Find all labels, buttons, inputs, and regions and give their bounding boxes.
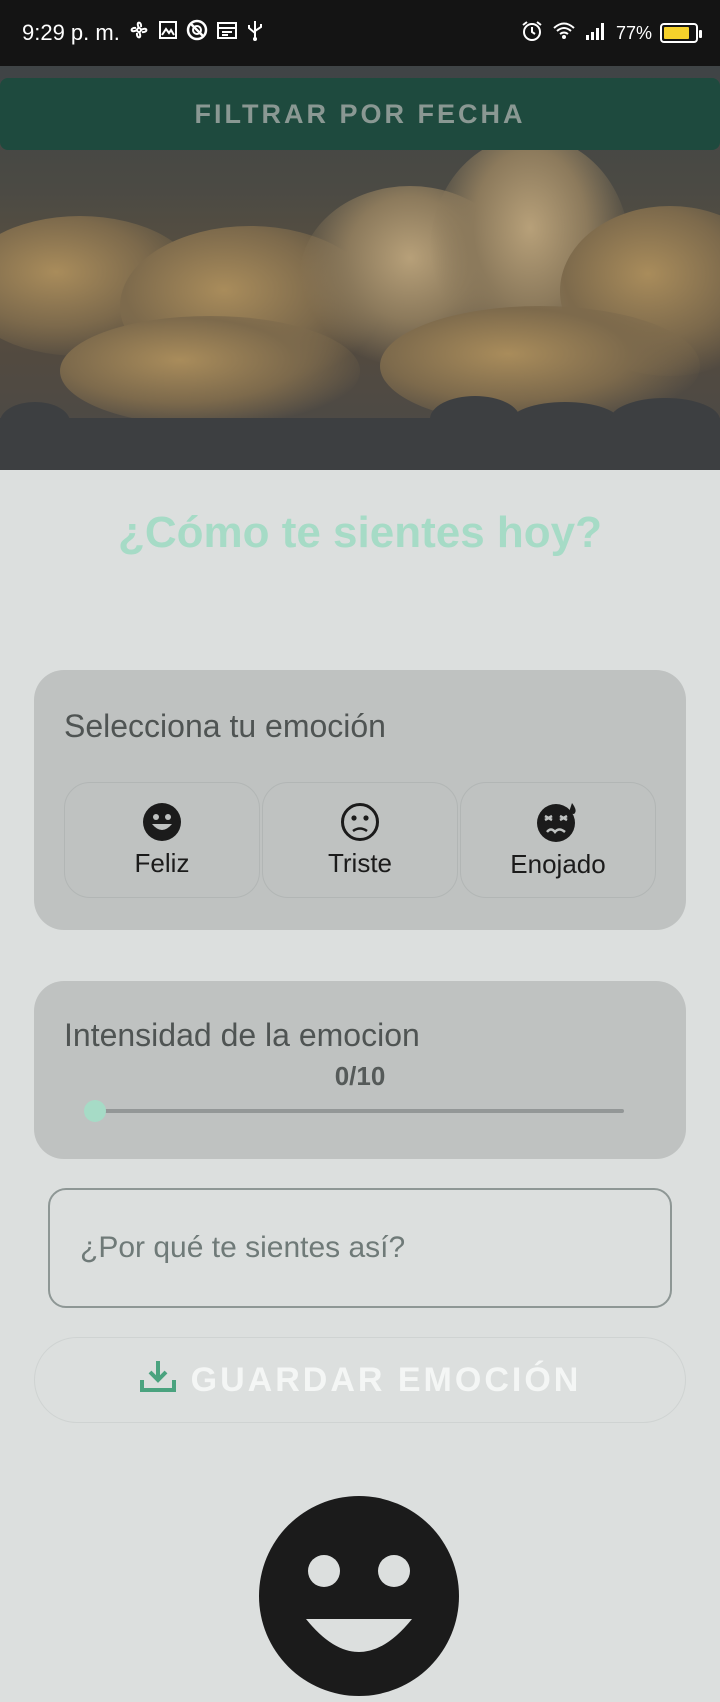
download-icon — [139, 1358, 177, 1403]
angry-face-icon — [536, 801, 580, 843]
header-background-image: FILTRAR POR FECHA — [0, 66, 720, 470]
status-time: 9:29 p. m. — [22, 20, 120, 45]
intensity-slider-track[interactable] — [96, 1109, 624, 1113]
battery-percent: 77% — [615, 22, 652, 43]
intensity-card: Intensidad de la emocion 0/10 — [34, 981, 686, 1159]
status-bar: 9:29 p. m. 77% — [0, 0, 720, 66]
reason-input[interactable] — [48, 1188, 672, 1308]
usb-icon — [246, 19, 264, 47]
emotion-selection-card: Selecciona tu emoción Feliz Triste Enoja… — [34, 670, 686, 930]
save-button-label: GUARDAR EMOCIÓN — [190, 1360, 582, 1399]
emotion-card-heading: Selecciona tu emoción — [64, 708, 386, 744]
fan-icon — [128, 19, 150, 47]
calendar-icon — [216, 20, 238, 46]
emotion-option-label: Feliz — [134, 847, 190, 878]
save-emotion-button[interactable]: GUARDAR EMOCIÓN — [34, 1337, 686, 1423]
emotion-option-enojado[interactable]: Enojado — [460, 782, 656, 898]
intensity-heading: Intensidad de la emocion — [64, 1017, 420, 1053]
page-title: ¿Cómo te sientes hoy? — [117, 508, 603, 557]
alarm-icon — [520, 19, 544, 48]
battery-charging-icon — [660, 23, 702, 43]
emotion-option-label: Triste — [327, 847, 393, 878]
no-disturb-icon — [186, 19, 208, 47]
emotion-option-feliz[interactable]: Feliz — [64, 782, 260, 898]
gallery-icon — [158, 20, 178, 46]
filter-by-date-button[interactable]: FILTRAR POR FECHA — [0, 78, 720, 150]
intensity-slider-thumb[interactable] — [84, 1100, 106, 1122]
emotion-option-label: Enojado — [510, 848, 606, 879]
wifi-icon — [552, 21, 576, 46]
emotion-options: Feliz Triste Enojado — [64, 782, 656, 898]
happy-face-icon — [142, 802, 182, 842]
happy-face-icon — [258, 1495, 460, 1697]
emotion-option-triste[interactable]: Triste — [262, 782, 458, 898]
intensity-value: 0/10 — [334, 1061, 386, 1091]
sad-face-icon — [340, 802, 380, 842]
signal-icon — [584, 21, 608, 46]
